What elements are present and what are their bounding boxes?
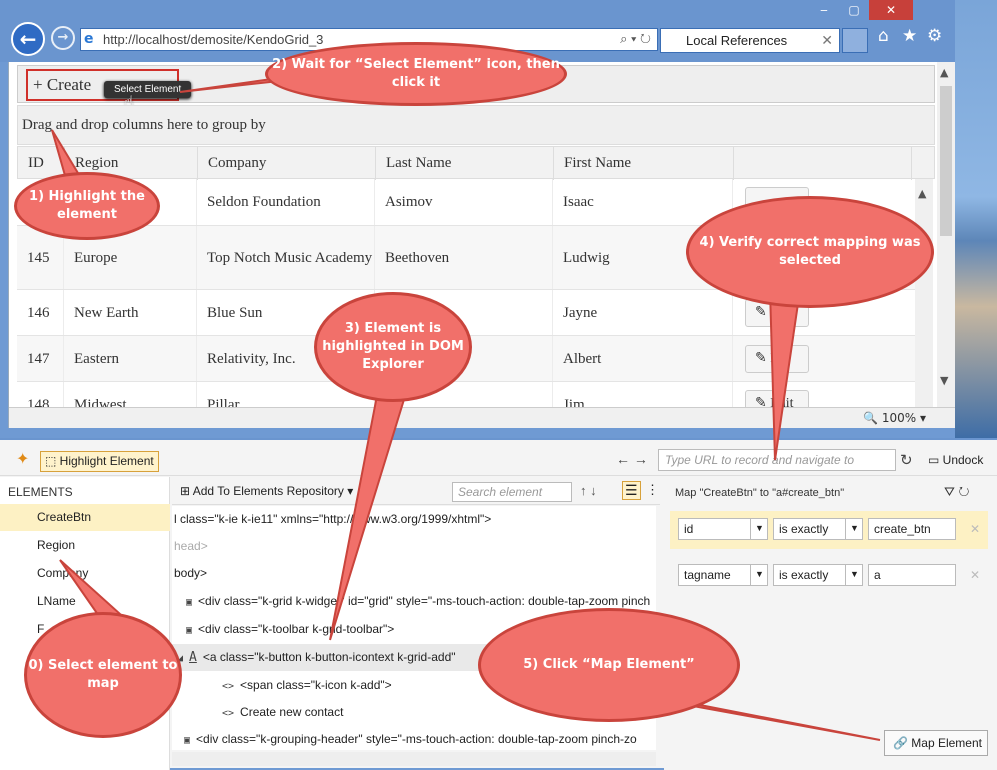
callout-4-pointer [768, 289, 802, 461]
callout-0: 0) Select element to map [24, 612, 182, 738]
callout-2: 2) Wait for “Select Element” icon, then … [265, 42, 567, 106]
callout-1: 1) Highlight the element [14, 172, 160, 240]
callout-3: 3) Element is highlighted in DOM Explore… [314, 292, 472, 402]
callout-4: 4) Verify correct mapping was selected [686, 196, 934, 308]
callout-5: 5) Click “Map Element” [478, 608, 740, 722]
callout-3-pointer [329, 379, 412, 641]
